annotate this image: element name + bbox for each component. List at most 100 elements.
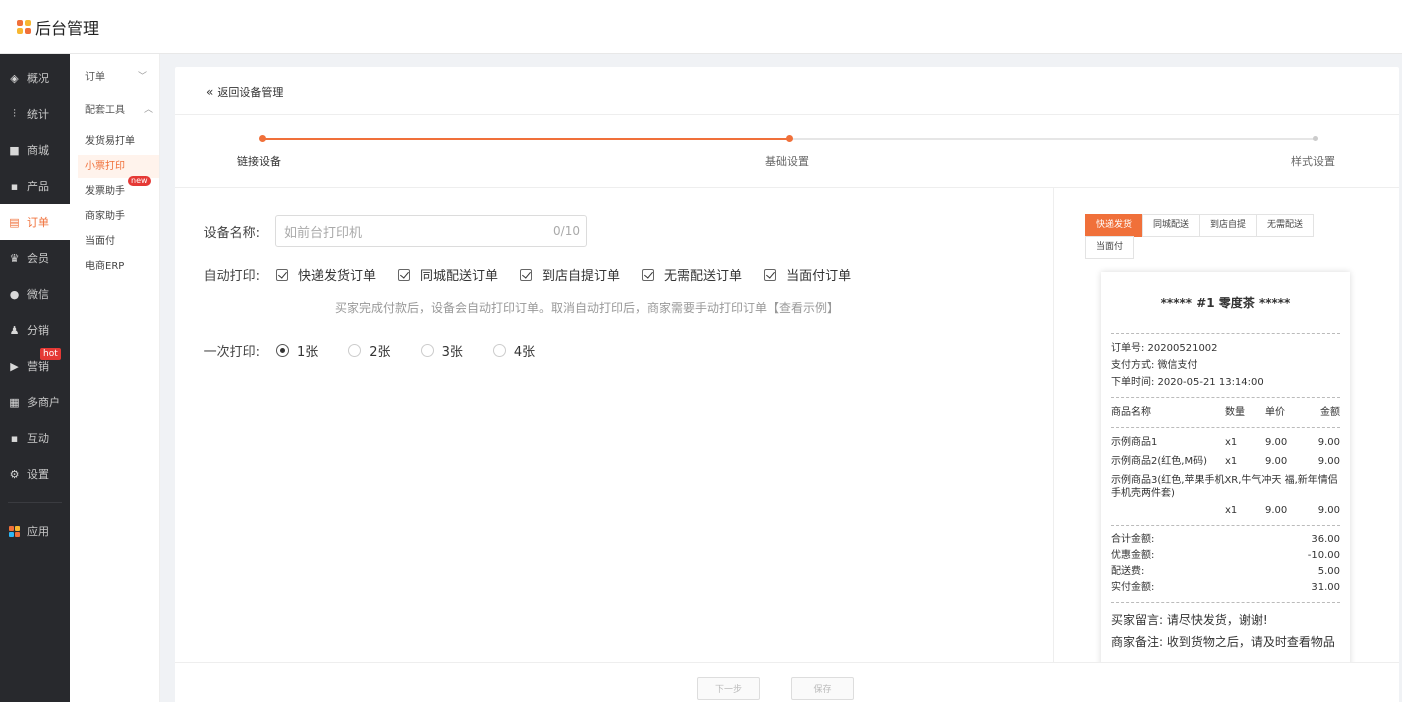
sidebar-item-multi-merchant[interactable]: ▦ 多商户 xyxy=(0,384,70,420)
receipt-order-no: 订单号: 20200521002 xyxy=(1111,343,1218,354)
tab-face-pay[interactable]: 当面付 xyxy=(1085,236,1135,259)
tab-express[interactable]: 快递发货 xyxy=(1085,214,1144,237)
radio-copies-3[interactable]: 3张 xyxy=(420,341,463,360)
checkbox-express[interactable]: 快递发货订单 xyxy=(276,265,376,284)
gear-icon: ⚙ xyxy=(9,467,20,481)
footer-bar: 下一步 保存 xyxy=(175,662,1399,702)
device-name-row: 设备名称: 如前台打印机 0/10 xyxy=(175,215,587,247)
receipt-title: ***** #1 零度茶 ***** xyxy=(1160,296,1291,310)
receipt-order-time: 下单时间: 2020-05-21 13:14:00 xyxy=(1111,377,1264,388)
table-row: x1 9.00 9.00 xyxy=(1225,505,1340,516)
radio-copies-2[interactable]: 2张 xyxy=(348,341,391,360)
device-name-label: 设备名称: xyxy=(203,225,260,241)
auto-print-row: 自动打印: 快递发货订单 同城配送订单 到店自提订单 无需配送订单 当面付订单 xyxy=(175,265,873,284)
tab-no-delivery[interactable]: 无需配送 xyxy=(1256,214,1315,237)
sidebar-item-members[interactable]: ♛ 会员 xyxy=(0,240,70,276)
subnav-item-invoice[interactable]: 发票助手 new xyxy=(70,176,159,203)
sidebar-item-orders[interactable]: ▤ 订单 xyxy=(0,204,70,240)
sub-nav: 订单 ﹀ 配套工具 ︿ 发货易打单 小票打印 发票助手 new 商家助手 当面付 电商… xyxy=(70,54,160,702)
subnav-item-receipt-print[interactable]: 小票打印 xyxy=(78,155,159,178)
subnav-item-shipping-print[interactable]: 发货易打单 xyxy=(70,130,159,153)
chevron-up-icon: ︿ xyxy=(143,105,153,115)
sidebar-item-wechat[interactable]: ● 微信 xyxy=(0,276,70,312)
subnav-group-tools[interactable]: 配套工具 ︿ xyxy=(70,99,159,122)
hot-badge: hot xyxy=(40,348,61,360)
radio-icon xyxy=(492,344,506,357)
summary-paid: 实付金额: 31.00 xyxy=(1111,582,1340,593)
device-name-input[interactable]: 如前台打印机 0/10 xyxy=(275,215,587,247)
radio-icon xyxy=(348,344,362,357)
summary-shipping: 配送费: 5.00 xyxy=(1111,566,1340,577)
checkbox-icon xyxy=(642,268,655,281)
radio-copies-1[interactable]: 1张 xyxy=(276,341,318,360)
receipt-table-head: 商品名称 数量 单价 金额 xyxy=(1111,407,1340,418)
step-dot-1 xyxy=(259,135,266,142)
checkbox-icon xyxy=(764,268,777,281)
step-progress: 链接设备 基础设置 样式设置 xyxy=(235,129,1385,179)
subnav-group-orders[interactable]: 订单 ﹀ xyxy=(70,66,159,89)
sidebar-item-marketing[interactable]: hot ▶ 营销 xyxy=(0,348,70,384)
checkbox-same-city[interactable]: 同城配送订单 xyxy=(398,265,498,284)
sidebar-item-shop[interactable]: ■ 商城 xyxy=(0,132,70,168)
receipt-pay-method: 支付方式: 微信支付 xyxy=(1111,360,1198,371)
tab-same-city[interactable]: 同城配送 xyxy=(1142,214,1201,237)
save-button[interactable]: 保存 xyxy=(791,677,854,700)
wechat-icon: ● xyxy=(9,287,20,301)
step-label-1: 链接设备 xyxy=(237,155,281,168)
dashed-divider xyxy=(1111,397,1340,398)
crown-icon: ♛ xyxy=(9,251,20,265)
sidebar-item-distribution[interactable]: ♟ 分销 xyxy=(0,312,70,348)
main-content: «返回设备管理 链接设备 基础设置 样式设置 设备名称: 如前台打印机 0/10… xyxy=(175,67,1399,702)
dashed-divider xyxy=(1111,333,1340,334)
sidebar-item-stats[interactable]: ⫶ 统计 xyxy=(0,96,70,132)
sidebar-item-products[interactable]: ▪ 产品 xyxy=(0,168,70,204)
radio-copies-4[interactable]: 4张 xyxy=(492,341,535,360)
auto-print-hint: 买家完成付款后，设备会自动打印订单。取消自动打印后，商家需要手动打印订单【查看示… xyxy=(335,301,840,315)
sidebar-item-settings[interactable]: ⚙ 设置 xyxy=(0,456,70,492)
shop-icon: ■ xyxy=(9,143,20,157)
radio-icon xyxy=(276,344,289,357)
back-link[interactable]: «返回设备管理 xyxy=(206,84,283,100)
sidebar-item-interaction[interactable]: ▪ 互动 xyxy=(0,420,70,456)
step-label-2: 基础设置 xyxy=(765,155,809,168)
seller-note: 商家备注: 收到货物之后，请及时查看物品 xyxy=(1111,635,1335,649)
sidebar-item-apps[interactable]: 应用 xyxy=(0,513,70,549)
subnav-item-merchant-assistant[interactable]: 商家助手 xyxy=(70,205,159,228)
subnav-item-face-pay[interactable]: 当面付 xyxy=(70,230,159,253)
apps-icon: ▪ xyxy=(10,431,19,445)
step-dot-3 xyxy=(1313,136,1318,141)
table-row: 示例商品2(红色,M码) x1 9.00 9.00 xyxy=(1111,456,1340,467)
dashed-divider xyxy=(1111,602,1340,603)
checkbox-pickup[interactable]: 到店自提订单 xyxy=(520,265,620,284)
main-sidebar: ◈ 概况 ⫶ 统计 ■ 商城 ▪ 产品 ▤ 订单 ♛ 会员 ● 微信 ♟ 分销 hot ▶ 营销 ▦… xyxy=(0,54,70,702)
store-icon: ▦ xyxy=(9,395,20,409)
logo-icon xyxy=(17,19,31,34)
checkbox-icon xyxy=(276,268,288,281)
radio-icon xyxy=(420,344,434,357)
step-line-done xyxy=(261,138,789,140)
users-icon: ♟ xyxy=(9,323,20,337)
step-line-pending xyxy=(791,138,1315,140)
app-title: 后台管理 xyxy=(35,18,100,38)
next-button[interactable]: 下一步 xyxy=(697,677,760,700)
checkbox-face-pay[interactable]: 当面付订单 xyxy=(764,265,851,284)
step-dot-2 xyxy=(786,135,793,142)
auto-print-label: 自动打印: xyxy=(203,269,260,284)
checkbox-icon xyxy=(398,268,411,281)
grid-icon: ▪ xyxy=(10,179,19,193)
preview-panel: 快递发货 同城配送 到店自提 无需配送 当面付 ***** #1 零度茶 ***… xyxy=(1053,188,1399,662)
table-row: 示例商品1 x1 9.00 9.00 xyxy=(1111,437,1340,448)
receipt-preview: ***** #1 零度茶 ***** 订单号: 20200521002 支付方式… xyxy=(1101,272,1350,662)
tab-pickup[interactable]: 到店自提 xyxy=(1199,214,1258,237)
device-name-placeholder: 如前台打印机 xyxy=(284,225,363,241)
flag-icon: ▶ xyxy=(10,359,19,373)
summary-total: 合计金额: 36.00 xyxy=(1111,534,1340,545)
char-counter: 0/10 xyxy=(553,224,580,238)
sidebar-divider xyxy=(8,502,62,503)
order-icon: ▤ xyxy=(9,215,20,229)
copies-label: 一次打印: xyxy=(203,345,260,360)
subnav-item-erp[interactable]: 电商ERP xyxy=(70,255,159,278)
sidebar-item-overview[interactable]: ◈ 概况 xyxy=(0,60,70,96)
checkbox-no-delivery[interactable]: 无需配送订单 xyxy=(642,265,742,284)
table-row-name: 示例商品3(红色,苹果手机XR,牛气冲天 福,新年情侣手机壳两件套) xyxy=(1111,475,1338,499)
